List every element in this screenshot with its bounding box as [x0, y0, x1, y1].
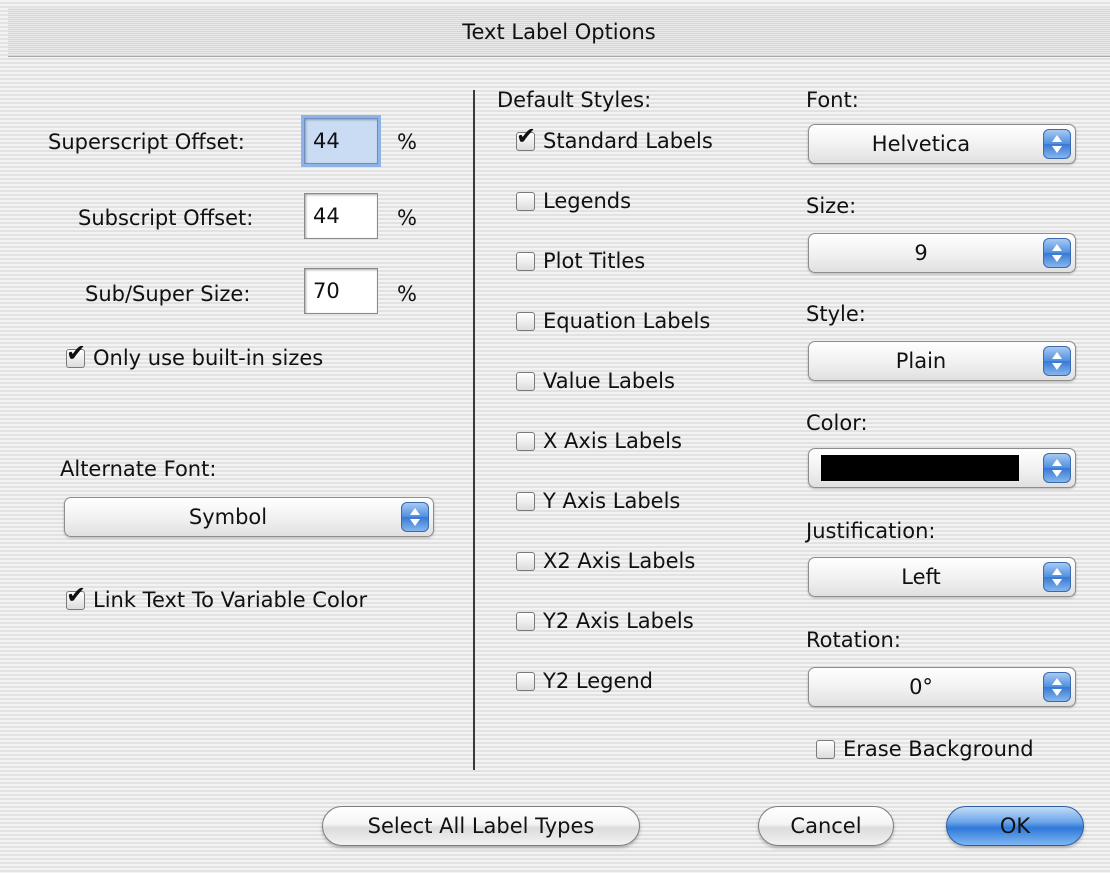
default-style-label: Y2 Axis Labels — [543, 609, 694, 633]
default-style-item[interactable]: ✔ Y Axis Labels — [516, 489, 680, 513]
popup-arrows-icon — [1043, 453, 1071, 483]
default-style-label: Y Axis Labels — [543, 489, 681, 513]
default-style-item[interactable]: ✔ Legends — [516, 189, 631, 213]
link-text-color-checkbox[interactable]: ✔ Link Text To Variable Color — [66, 583, 368, 612]
link-text-color-label: Link Text To Variable Color — [93, 588, 368, 612]
only-builtin-sizes-checkbox[interactable]: ✔ Only use built-in sizes — [66, 341, 324, 370]
style-label: Style: — [806, 302, 866, 326]
checkbox-box[interactable]: ✔ — [66, 583, 86, 610]
default-style-item[interactable]: ✔ X2 Axis Labels — [516, 549, 695, 573]
subscript-offset-field[interactable]: 44 — [304, 193, 378, 239]
font-value: Helvetica — [871, 132, 971, 156]
rotation-popup[interactable]: 0° — [808, 667, 1076, 707]
justification-popup[interactable]: Left — [808, 557, 1076, 597]
style-popup[interactable]: Plain — [808, 341, 1076, 381]
popup-arrows-icon — [1043, 672, 1071, 702]
checkbox-box[interactable]: ✔ — [816, 739, 835, 759]
default-style-label: Y2 Legend — [543, 669, 654, 693]
superscript-percent-label: % — [397, 130, 417, 154]
ok-button[interactable]: OK — [946, 806, 1084, 846]
checkmark-icon: ✔ — [66, 580, 87, 609]
font-popup[interactable]: Helvetica — [808, 124, 1076, 164]
size-popup[interactable]: 9 — [808, 233, 1076, 273]
default-style-item[interactable]: ✔ Y2 Legend — [516, 669, 653, 693]
default-style-label: Equation Labels — [543, 309, 711, 333]
checkbox-box[interactable]: ✔ — [516, 251, 535, 271]
default-style-item[interactable]: ✔ Value Labels — [516, 369, 675, 393]
only-builtin-sizes-label: Only use built-in sizes — [93, 346, 324, 370]
window-title: Text Label Options — [8, 8, 1110, 57]
checkbox-box[interactable]: ✔ — [516, 551, 535, 571]
color-swatch — [821, 455, 1019, 481]
text-label-options-dialog: Text Label Options Superscript Offset: 4… — [0, 0, 1110, 873]
default-style-item[interactable]: ✔ X Axis Labels — [516, 429, 682, 453]
alternate-font-label: Alternate Font: — [60, 457, 217, 481]
default-style-label: Plot Titles — [543, 249, 646, 273]
checkbox-box[interactable]: ✔ — [516, 671, 535, 691]
select-all-label-types-button[interactable]: Select All Label Types — [322, 806, 640, 846]
alternate-font-popup[interactable]: Symbol — [64, 497, 434, 537]
justification-value: Left — [901, 565, 941, 589]
justification-label: Justification: — [806, 519, 936, 543]
alternate-font-value: Symbol — [188, 505, 268, 529]
column-divider — [473, 90, 475, 770]
sub-super-size-field[interactable]: 70 — [304, 268, 378, 314]
checkbox-box[interactable]: ✔ — [516, 491, 535, 511]
checkmark-icon: ✔ — [66, 338, 87, 367]
checkbox-box[interactable]: ✔ — [516, 611, 535, 631]
sub-super-size-label: Sub/Super Size: — [85, 282, 251, 306]
checkbox-box[interactable]: ✔ — [516, 431, 535, 451]
default-style-label: X Axis Labels — [543, 429, 682, 453]
checkbox-box[interactable]: ✔ — [66, 341, 86, 368]
checkmark-icon: ✔ — [516, 121, 537, 150]
subscript-offset-label: Subscript Offset: — [78, 206, 254, 230]
popup-arrows-icon — [1043, 238, 1071, 268]
default-style-item[interactable]: ✔ Plot Titles — [516, 249, 645, 273]
font-label: Font: — [806, 88, 859, 112]
default-style-item[interactable]: ✔ Standard Labels — [516, 124, 713, 153]
size-label: Size: — [806, 194, 857, 218]
checkbox-box[interactable]: ✔ — [516, 311, 535, 331]
style-value: Plain — [895, 349, 947, 373]
popup-arrows-icon — [1043, 562, 1071, 592]
subscript-percent-label: % — [397, 206, 417, 230]
default-styles-header: Default Styles: — [497, 88, 652, 112]
default-style-item[interactable]: ✔ Y2 Axis Labels — [516, 609, 694, 633]
checkbox-box[interactable]: ✔ — [516, 191, 535, 211]
popup-arrows-icon — [1043, 129, 1071, 159]
rotation-value: 0° — [909, 675, 933, 699]
erase-background-label: Erase Background — [843, 737, 1034, 761]
popup-arrows-icon — [401, 502, 429, 532]
superscript-offset-label: Superscript Offset: — [48, 130, 245, 154]
sub-super-size-percent-label: % — [397, 282, 417, 306]
erase-background-checkbox[interactable]: ✔ Erase Background — [816, 737, 1034, 761]
cancel-button[interactable]: Cancel — [758, 806, 894, 846]
checkbox-box[interactable]: ✔ — [516, 124, 536, 151]
default-style-label: Legends — [543, 189, 632, 213]
superscript-offset-field[interactable]: 44 — [304, 118, 378, 164]
default-style-label: Value Labels — [543, 369, 675, 393]
rotation-label: Rotation: — [806, 628, 901, 652]
default-style-label: X2 Axis Labels — [543, 549, 696, 573]
checkbox-box[interactable]: ✔ — [516, 371, 535, 391]
color-popup[interactable] — [808, 448, 1076, 488]
popup-arrows-icon — [1043, 346, 1071, 376]
default-style-item[interactable]: ✔ Equation Labels — [516, 309, 710, 333]
color-label: Color: — [806, 411, 868, 435]
default-style-label: Standard Labels — [543, 129, 713, 153]
size-value: 9 — [914, 241, 928, 265]
